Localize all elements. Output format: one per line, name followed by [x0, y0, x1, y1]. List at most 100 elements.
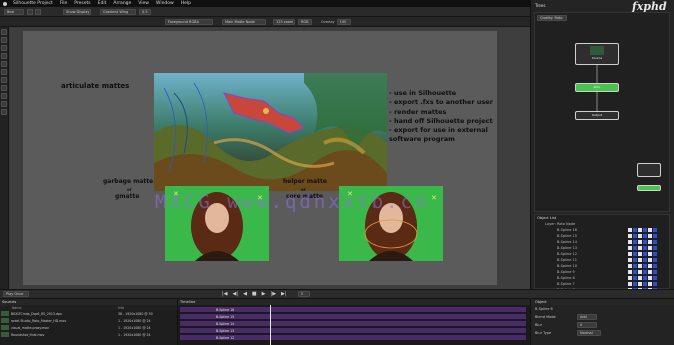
- blend-icon[interactable]: [643, 234, 647, 238]
- visibility-icon[interactable]: [628, 240, 632, 244]
- invert-icon[interactable]: [653, 264, 657, 268]
- lock-icon[interactable]: [638, 252, 642, 256]
- zoom-dropdown[interactable]: 125 zoom: [273, 18, 295, 25]
- blend-icon[interactable]: [643, 282, 647, 286]
- mode-dropdown[interactable]: Gradient Wing: [100, 8, 136, 15]
- blend-icon[interactable]: [643, 252, 647, 256]
- blend-icon[interactable]: [643, 228, 647, 232]
- invert-icon[interactable]: [653, 240, 657, 244]
- timeline-track[interactable]: B-Spline 13: [180, 328, 526, 333]
- matte-node-dropdown[interactable]: Main Matte Node: [222, 18, 266, 25]
- invert-icon[interactable]: [653, 228, 657, 232]
- node-dropdown[interactable]: Bezi: [4, 8, 24, 15]
- menu-presets[interactable]: Presets: [74, 0, 90, 7]
- invert-icon[interactable]: [653, 246, 657, 250]
- lock-icon[interactable]: [638, 258, 642, 262]
- lock-icon[interactable]: [638, 282, 642, 286]
- blur-type-dropdown[interactable]: Normal: [577, 330, 601, 336]
- eye-icon[interactable]: [35, 8, 41, 15]
- invert-icon[interactable]: [653, 282, 657, 286]
- source-row[interactable]: rpdel-Studio_Roto_Master_HD.mov 1 - 1920x…: [0, 317, 177, 324]
- visibility-icon[interactable]: [628, 252, 632, 256]
- invert-icon[interactable]: [653, 270, 657, 274]
- visibility-icon[interactable]: [628, 264, 632, 268]
- lock-icon[interactable]: [638, 228, 642, 232]
- color-swatch-icon[interactable]: [633, 252, 637, 256]
- invert-icon[interactable]: [653, 258, 657, 262]
- motion-blur-icon[interactable]: [648, 258, 652, 262]
- timeline-panel[interactable]: Timeline B-Spline 16 B-Spline 15 B-Spline …: [178, 299, 530, 345]
- apple-icon[interactable]: [3, 1, 7, 6]
- color-swatch-icon[interactable]: [633, 240, 637, 244]
- lock-icon[interactable]: [27, 8, 33, 15]
- lock-icon[interactable]: [638, 270, 642, 274]
- color-swatch-icon[interactable]: [633, 228, 637, 232]
- menu-app[interactable]: Silhouette Project: [13, 0, 53, 7]
- magnetic-tool-icon[interactable]: [1, 69, 7, 75]
- play-mode-dropdown[interactable]: Play Once: [3, 291, 29, 297]
- blend-icon[interactable]: [643, 240, 647, 244]
- visibility-icon[interactable]: [628, 270, 632, 274]
- motion-blur-icon[interactable]: [648, 228, 652, 232]
- timeline-track[interactable]: B-Spline 16: [180, 307, 526, 312]
- blend-dropdown[interactable]: 0.5: [139, 8, 151, 15]
- color-swatch-icon[interactable]: [633, 270, 637, 274]
- visibility-icon[interactable]: [628, 258, 632, 262]
- motion-blur-icon[interactable]: [648, 252, 652, 256]
- play-reverse-icon[interactable]: ◀: [243, 291, 247, 297]
- color-swatch-icon[interactable]: [633, 282, 637, 286]
- menu-arrange[interactable]: Arrange: [113, 0, 131, 7]
- color-swatch-icon[interactable]: [633, 258, 637, 262]
- visibility-icon[interactable]: [628, 282, 632, 286]
- blur-field[interactable]: 0: [577, 322, 597, 328]
- motion-blur-icon[interactable]: [648, 234, 652, 238]
- bspline-tool-icon[interactable]: [1, 45, 7, 51]
- menu-window[interactable]: Window: [156, 0, 174, 7]
- lock-icon[interactable]: [638, 246, 642, 250]
- tree-panel[interactable]: Quality: Roto Source Roto Output: [534, 12, 670, 212]
- motion-blur-icon[interactable]: [648, 276, 652, 280]
- invert-icon[interactable]: [653, 252, 657, 256]
- last-frame-icon[interactable]: ▶|: [281, 291, 287, 297]
- first-frame-icon[interactable]: |◀: [222, 291, 228, 297]
- visibility-icon[interactable]: [628, 246, 632, 250]
- motion-blur-icon[interactable]: [648, 264, 652, 268]
- blend-icon[interactable]: [643, 246, 647, 250]
- channel-dropdown[interactable]: RGB: [298, 18, 312, 25]
- source-row[interactable]: BKXLTCmds_Dqc6_R0_2013.dpx 38 - 1920x1080…: [0, 310, 177, 317]
- source-row[interactable]: Roundshot_final.mov 1 - 1920x1080 @ 24: [0, 331, 177, 338]
- blend-mode-dropdown[interactable]: Add: [577, 314, 597, 320]
- motion-blur-icon[interactable]: [648, 282, 652, 286]
- select-tool-icon[interactable]: [1, 29, 7, 35]
- rectangle-tool-icon[interactable]: [1, 77, 7, 83]
- source-row[interactable]: visual_matte-proxy.mov 1 - 1920x1080 @ 24: [0, 324, 177, 331]
- motion-blur-icon[interactable]: [648, 246, 652, 250]
- invert-icon[interactable]: [653, 276, 657, 280]
- bezier-tool-icon[interactable]: [1, 53, 7, 59]
- lock-icon[interactable]: [638, 276, 642, 280]
- timeline-track[interactable]: B-Spline 14: [180, 321, 526, 326]
- zoom-tool-icon[interactable]: [1, 109, 7, 115]
- step-forward-icon[interactable]: |▶: [271, 291, 277, 297]
- lock-icon[interactable]: [638, 234, 642, 238]
- object-list-panel[interactable]: Object List Layer: Roto Node B-Spline 16…: [534, 214, 670, 292]
- blend-icon[interactable]: [643, 264, 647, 268]
- color-swatch-icon[interactable]: [633, 246, 637, 250]
- viewer[interactable]: articulate mattes - use in Silhouette - …: [9, 27, 530, 289]
- blend-icon[interactable]: [643, 276, 647, 280]
- ellipse-tool-icon[interactable]: [1, 85, 7, 91]
- menu-edit[interactable]: Edit: [98, 0, 107, 7]
- motion-blur-icon[interactable]: [648, 240, 652, 244]
- pan-tool-icon[interactable]: [1, 101, 7, 107]
- brush-tool-icon[interactable]: [1, 93, 7, 99]
- invert-icon[interactable]: [653, 234, 657, 238]
- play-icon[interactable]: ▶: [262, 291, 266, 297]
- timeline-track[interactable]: B-Spline 15: [180, 314, 526, 319]
- overlay-value[interactable]: 100: [336, 18, 351, 25]
- lock-icon[interactable]: [638, 240, 642, 244]
- color-swatch-icon[interactable]: [633, 264, 637, 268]
- timeline-track[interactable]: B-Spline 12: [180, 335, 526, 340]
- stop-icon[interactable]: ■: [252, 291, 257, 297]
- frame-field[interactable]: 3: [297, 291, 310, 297]
- blend-icon[interactable]: [643, 258, 647, 262]
